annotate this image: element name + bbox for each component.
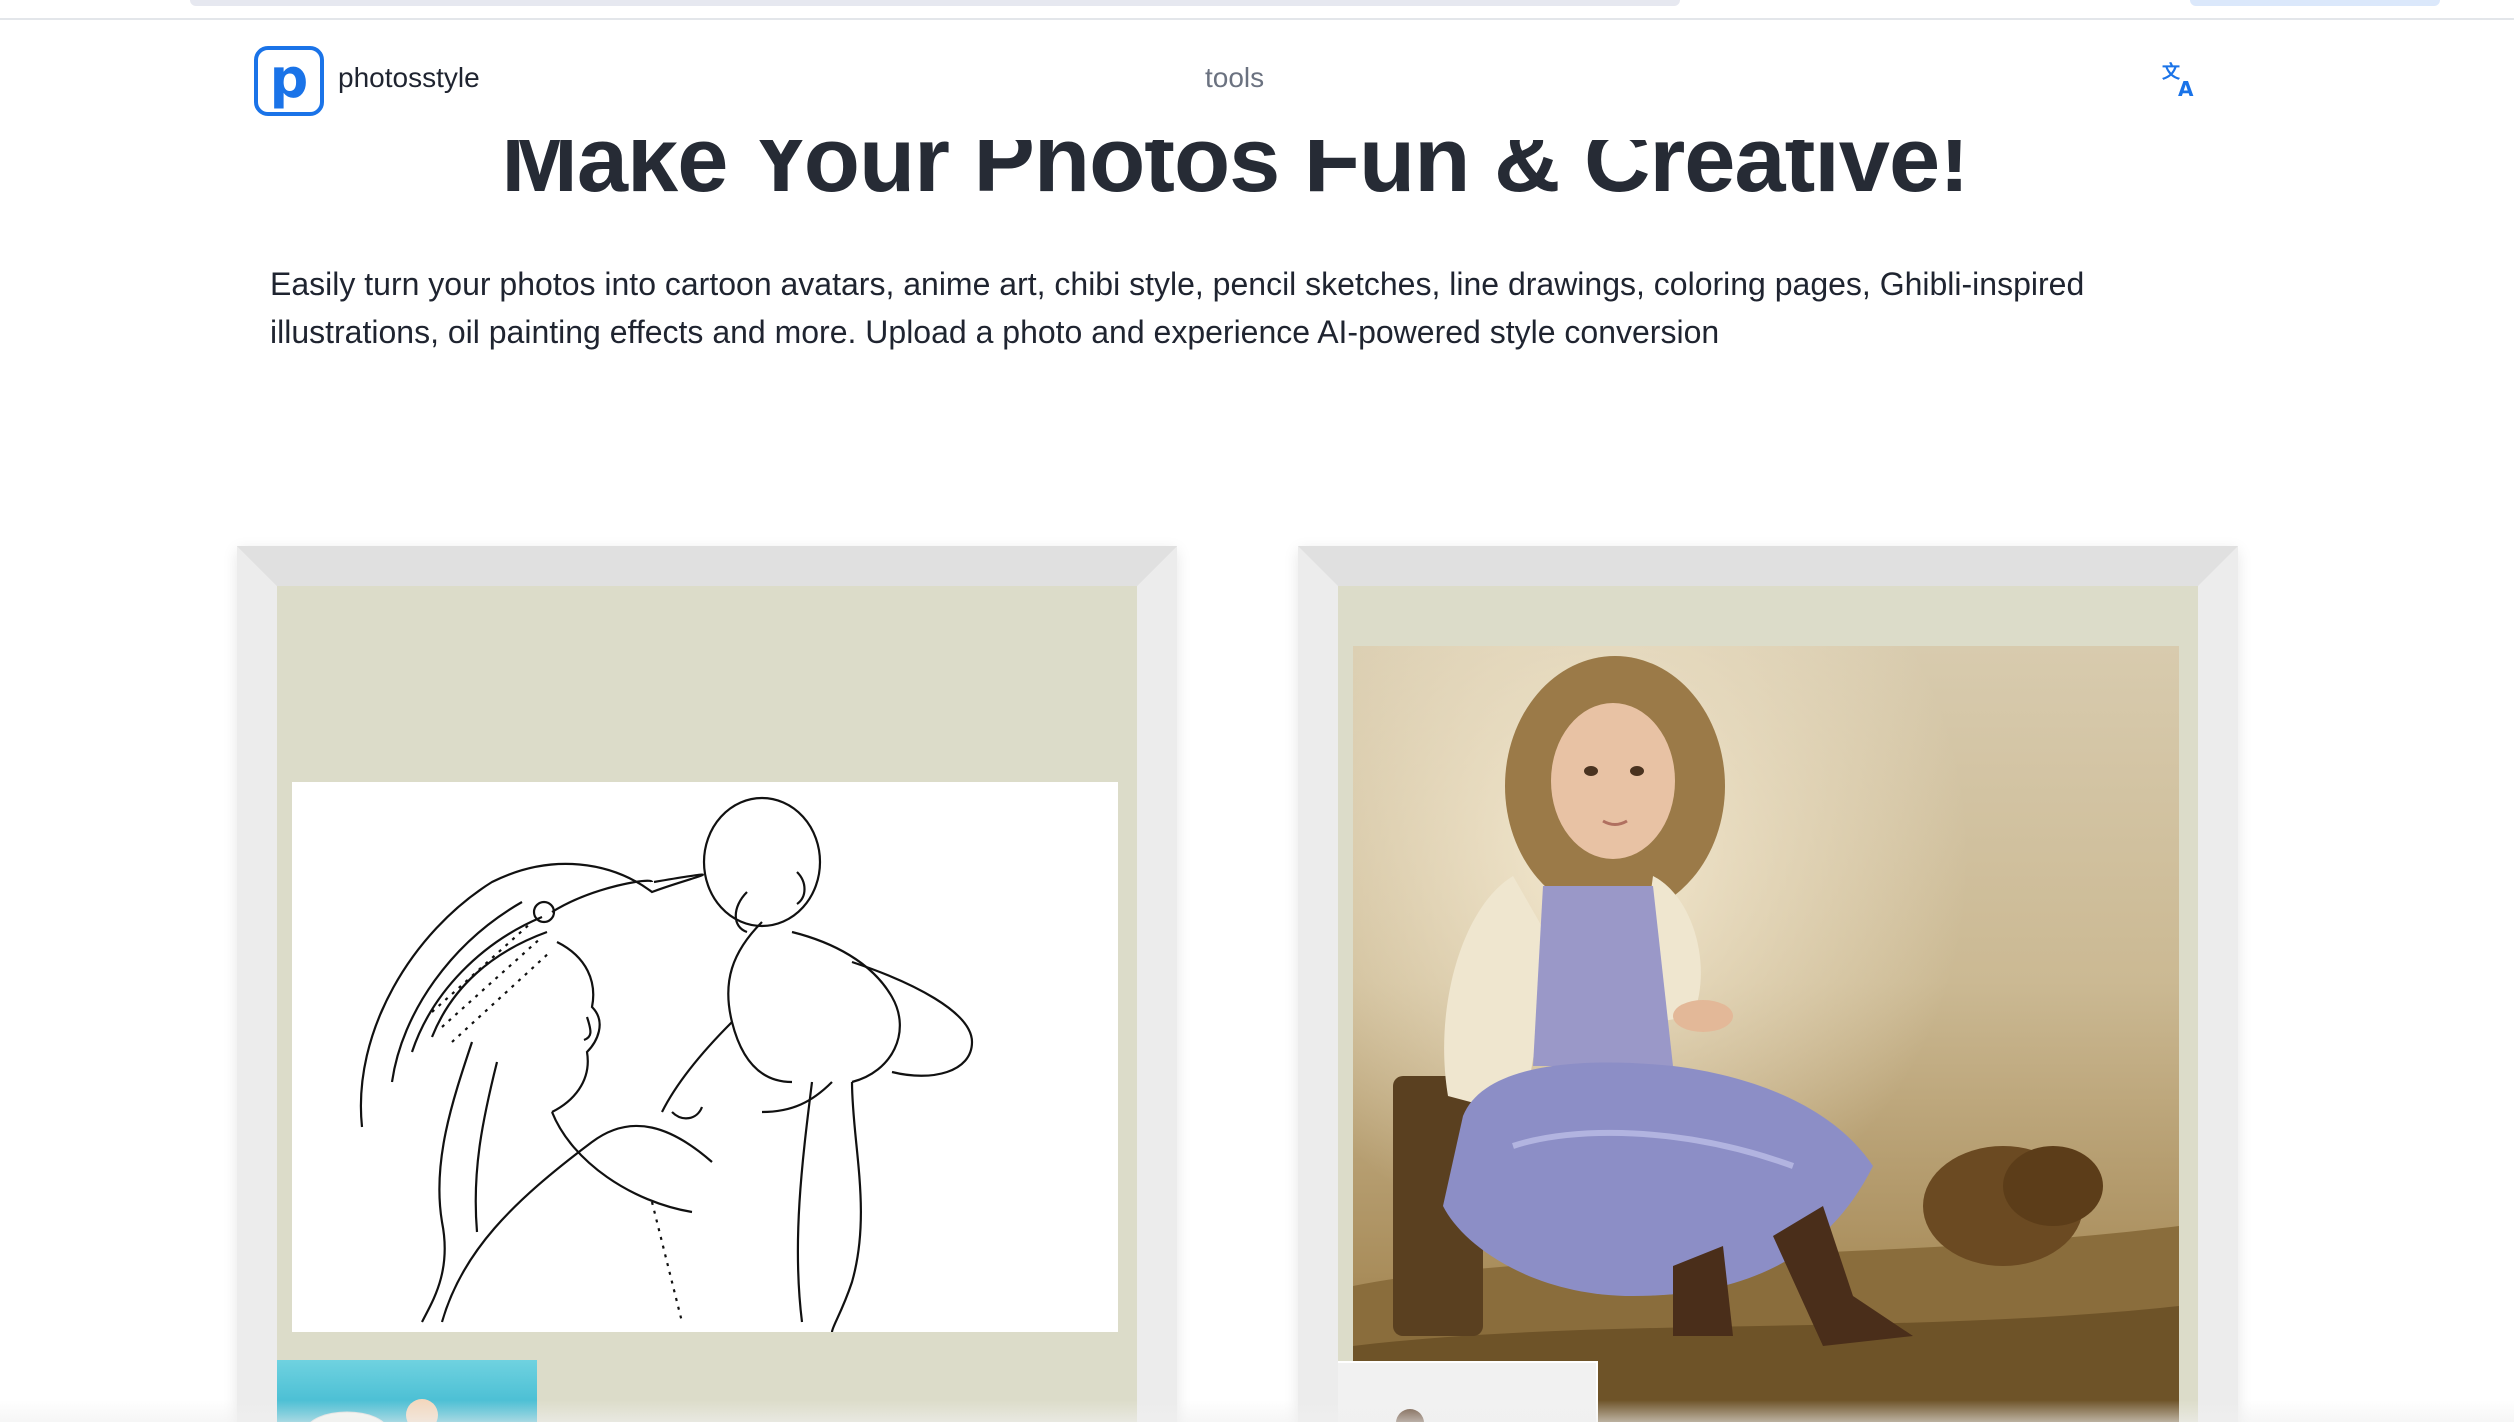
nav-tools-link[interactable]: tools <box>1205 62 1264 94</box>
frame-mat <box>277 586 1137 1422</box>
frame-top-bevel-overlay <box>237 546 1177 586</box>
site-header: p photosstyle tools 文 A <box>220 22 2265 140</box>
browser-action-pill[interactable] <box>2190 0 2440 6</box>
translate-icon-glyph: 文 A <box>2162 61 2194 101</box>
oil-painting-image <box>1353 646 2179 1422</box>
oil-painting-illustration <box>1353 656 2179 1422</box>
browser-top-strip <box>0 0 2514 20</box>
line-drawing-image <box>292 782 1118 1333</box>
logo-letter: p <box>269 47 309 110</box>
hero-description: Easily turn your photos into cartoon ava… <box>270 266 2085 350</box>
frame-top-bevel <box>1298 546 2238 586</box>
line-drawing-illustration <box>359 796 974 1333</box>
bottom-fade <box>0 1400 2514 1422</box>
frame-mat <box>1338 586 2198 1422</box>
svg-text:A: A <box>2178 77 2194 100</box>
example-frame-oil-painting[interactable] <box>1298 546 2238 1422</box>
logo-icon[interactable]: p <box>254 46 324 116</box>
brand-name[interactable]: photosstyle <box>338 62 480 94</box>
page: p photosstyle tools 文 A Make Your Photos… <box>0 0 2514 1422</box>
example-frame-line-drawing[interactable] <box>237 546 1177 1422</box>
address-bar[interactable] <box>190 0 1680 6</box>
translate-icon[interactable]: 文 A <box>2160 60 2200 101</box>
